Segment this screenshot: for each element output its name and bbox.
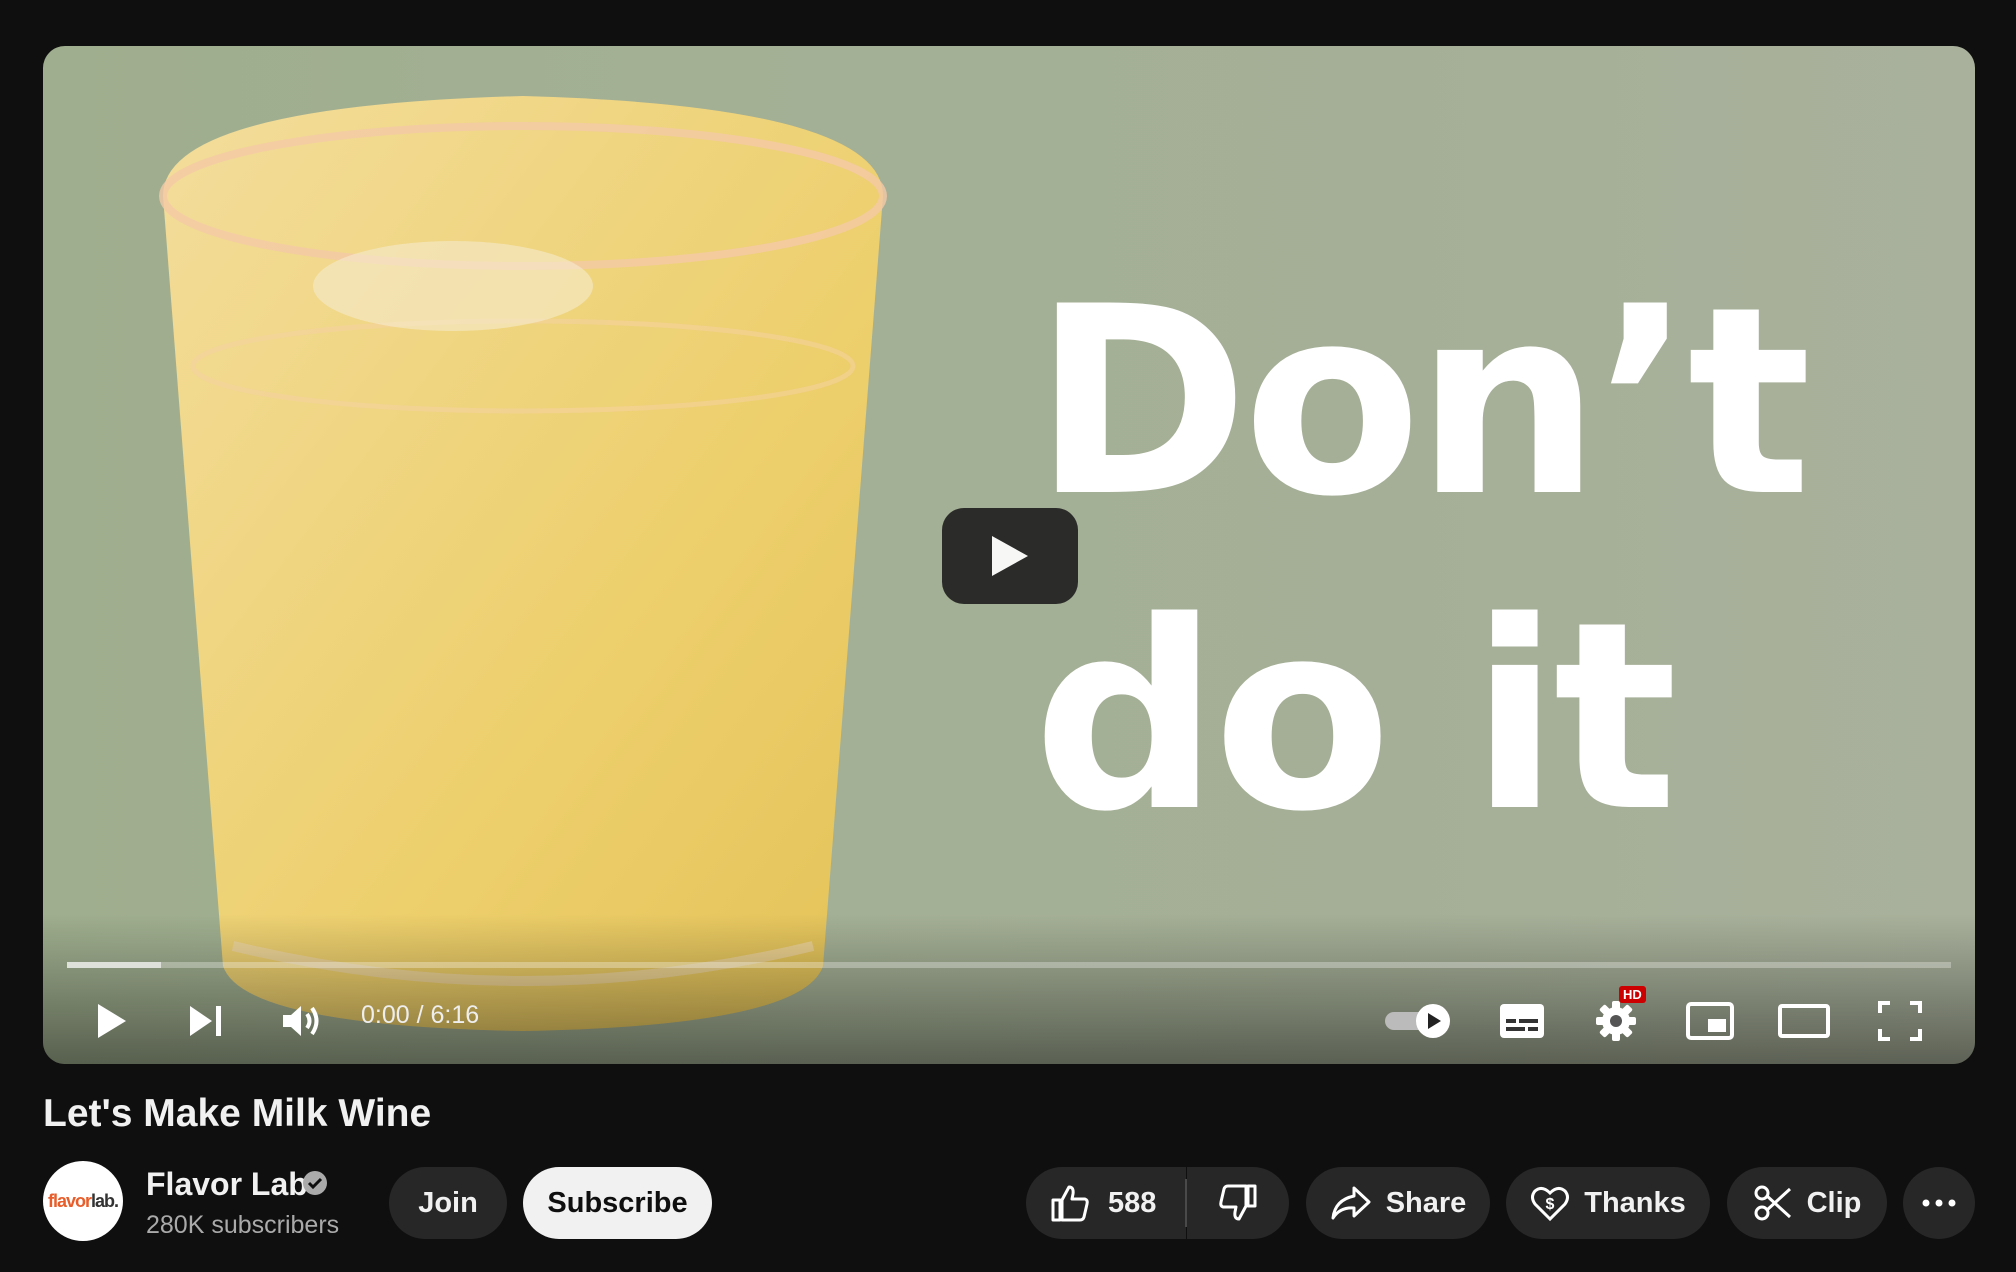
- time-display: 0:00 / 6:16: [361, 1001, 480, 1029]
- settings-button[interactable]: HD: [1585, 986, 1647, 1050]
- play-button[interactable]: [85, 992, 139, 1050]
- subscribe-button[interactable]: Subscribe: [523, 1167, 712, 1239]
- like-count: 588: [1108, 1186, 1157, 1219]
- share-label: Share: [1385, 1186, 1467, 1219]
- dislike-button[interactable]: [1187, 1167, 1289, 1239]
- volume-button[interactable]: [275, 992, 329, 1050]
- more-actions-button[interactable]: [1903, 1167, 1975, 1239]
- miniplayer-icon: [1686, 1002, 1734, 1040]
- large-play-button[interactable]: [942, 508, 1078, 604]
- like-button[interactable]: 588: [1026, 1167, 1186, 1239]
- share-button[interactable]: Share: [1306, 1167, 1490, 1239]
- gear-icon: [1596, 1001, 1636, 1041]
- thanks-heart-icon: $: [1531, 1186, 1570, 1222]
- miniplayer-button[interactable]: [1679, 992, 1741, 1050]
- video-overlay-text: Don’t do it: [1033, 246, 1812, 876]
- thumbs-down-icon: [1219, 1184, 1257, 1221]
- skip-next-icon: [190, 1006, 221, 1036]
- overlay-line-2: do it: [1033, 567, 1678, 869]
- subscribe-label: Subscribe: [547, 1186, 688, 1219]
- video-frame-glass: [159, 96, 887, 1031]
- play-icon: [992, 536, 1028, 576]
- scissors-icon: [1754, 1185, 1791, 1221]
- logo-text-lab: lab.: [91, 1190, 119, 1211]
- channel-avatar[interactable]: flavor lab.: [43, 1161, 123, 1241]
- thanks-label: Thanks: [1584, 1186, 1686, 1219]
- fullscreen-icon: [1878, 1001, 1922, 1041]
- next-button[interactable]: [179, 992, 233, 1050]
- subtitles-button[interactable]: [1491, 992, 1553, 1050]
- play-icon: [98, 1004, 126, 1038]
- video-title: Let's Make Milk Wine: [43, 1092, 432, 1135]
- clip-button[interactable]: Clip: [1727, 1167, 1887, 1239]
- fullscreen-button[interactable]: [1869, 992, 1931, 1050]
- volume-icon: [283, 1006, 319, 1036]
- progress-bar[interactable]: [67, 962, 1951, 968]
- svg-text:$: $: [1546, 1196, 1555, 1213]
- more-horizontal-icon: [1922, 1199, 1956, 1207]
- autoplay-toggle[interactable]: [1381, 992, 1455, 1050]
- share-icon: [1331, 1186, 1371, 1220]
- autoplay-toggle-icon: [1385, 1004, 1450, 1038]
- logo-text-flavor: flavor: [47, 1190, 92, 1211]
- clip-label: Clip: [1806, 1186, 1862, 1219]
- verified-icon: [303, 1171, 327, 1195]
- join-button[interactable]: Join: [389, 1167, 507, 1239]
- theater-mode-button[interactable]: [1773, 992, 1835, 1050]
- video-player[interactable]: Don’t do it 0:00 / 6:16 HD: [43, 46, 1975, 1064]
- channel-name[interactable]: Flavor Lab: [146, 1166, 308, 1203]
- hd-badge: HD: [1619, 986, 1646, 1003]
- join-label: Join: [418, 1186, 478, 1219]
- theater-mode-icon: [1778, 1004, 1830, 1038]
- subtitles-icon: [1500, 1004, 1544, 1038]
- subscriber-count: 280K subscribers: [146, 1211, 340, 1239]
- overlay-line-1: Don’t: [1033, 252, 1812, 554]
- progress-loaded: [67, 962, 162, 968]
- thanks-button[interactable]: $ Thanks: [1506, 1167, 1710, 1239]
- thumbs-up-icon: [1051, 1185, 1089, 1222]
